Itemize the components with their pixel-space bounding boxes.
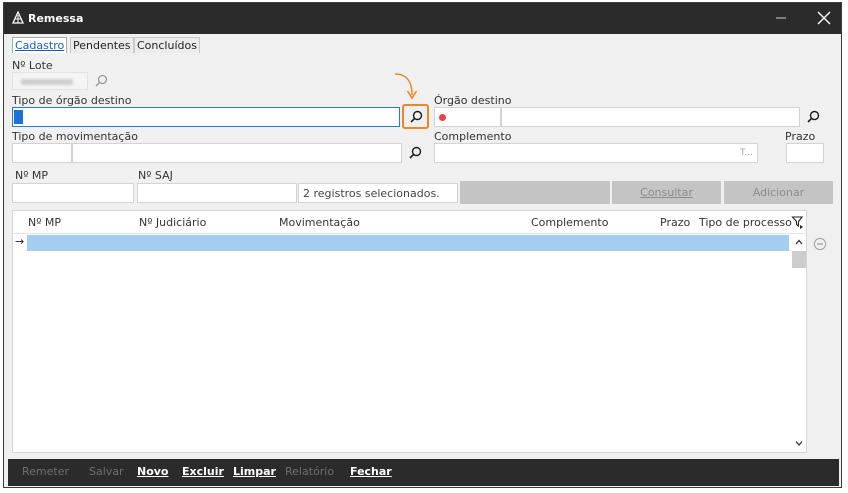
app-logo-icon bbox=[11, 11, 25, 24]
filter-icon[interactable] bbox=[791, 215, 805, 229]
footer-toolbar: Remeter Salvar Novo Excluir Limpar Relat… bbox=[8, 459, 839, 486]
lote-label: Nº Lote bbox=[12, 59, 53, 72]
text-caret bbox=[14, 110, 23, 124]
prazo-label: Prazo bbox=[785, 130, 816, 143]
tab-cadastro[interactable]: Cadastro bbox=[12, 37, 68, 53]
complemento-input[interactable]: T... bbox=[434, 143, 758, 163]
col-movimentacao[interactable]: Movimentação bbox=[279, 216, 360, 229]
complemento-label: Complemento bbox=[434, 130, 512, 143]
lote-value-blurred bbox=[21, 79, 73, 85]
nmp-label: Nº MP bbox=[15, 169, 49, 182]
tipo-mov-search-icon[interactable] bbox=[407, 145, 423, 161]
tipo-mov-name-field[interactable] bbox=[72, 143, 402, 163]
tipo-orgao-search-icon[interactable] bbox=[408, 109, 424, 125]
adicionar-label: Adicionar bbox=[752, 186, 805, 199]
grid-scrollbar[interactable] bbox=[792, 234, 806, 452]
required-dot-icon bbox=[439, 114, 446, 121]
orgao-destino-code-field[interactable] bbox=[434, 107, 501, 127]
adicionar-button[interactable]: Adicionar bbox=[724, 181, 833, 204]
orgao-destino-label: Órgão destino bbox=[434, 94, 512, 107]
consultar-processos-button[interactable]: Consultar Processos bbox=[612, 181, 721, 222]
tipo-mov-label: Tipo de movimentação bbox=[12, 130, 138, 143]
window-title: Remessa bbox=[28, 12, 84, 25]
col-complemento[interactable]: Complemento bbox=[531, 216, 608, 229]
col-prazo[interactable]: Prazo bbox=[660, 216, 690, 229]
orgao-destino-name-field[interactable] bbox=[501, 107, 800, 127]
col-tipo-processo[interactable]: Tipo de processo bbox=[699, 216, 792, 229]
nsaj-input[interactable] bbox=[137, 183, 297, 203]
annotation-arrow-icon bbox=[394, 73, 418, 100]
nmp-input[interactable] bbox=[12, 183, 134, 203]
fechar-button[interactable]: Fechar bbox=[350, 465, 392, 478]
col-nmp[interactable]: Nº MP bbox=[28, 216, 61, 229]
remove-row-icon[interactable] bbox=[813, 237, 827, 251]
title-bar: Remessa bbox=[4, 3, 841, 34]
tipo-orgao-label: Tipo de órgão destino bbox=[12, 94, 132, 107]
row-indicator-icon: → bbox=[15, 235, 25, 248]
tab-concluidos[interactable]: Concluídos bbox=[134, 37, 200, 53]
registros-box: 2 registros selecionados. bbox=[298, 183, 458, 203]
scroll-up-icon[interactable] bbox=[794, 237, 804, 247]
remeter-button[interactable]: Remeter bbox=[22, 465, 69, 478]
tipo-orgao-input[interactable] bbox=[12, 107, 400, 127]
processos-grid: Nº MP Nº Judiciário Movimentação Complem… bbox=[12, 210, 807, 453]
salvar-button[interactable]: Salvar bbox=[89, 465, 124, 478]
blank-disabled-button[interactable] bbox=[460, 181, 610, 204]
complemento-hint: T... bbox=[739, 148, 753, 158]
lote-field[interactable] bbox=[12, 72, 88, 90]
relatorio-button[interactable]: Relatório bbox=[285, 465, 334, 478]
scroll-thumb[interactable] bbox=[792, 251, 806, 268]
limpar-button[interactable]: Limpar bbox=[233, 465, 276, 478]
orgao-destino-search-icon[interactable] bbox=[805, 109, 821, 125]
col-njudiciario[interactable]: Nº Judiciário bbox=[139, 216, 206, 229]
scroll-down-icon[interactable] bbox=[794, 438, 804, 448]
registros-text: 2 registros selecionados. bbox=[303, 187, 440, 200]
table-row[interactable]: → bbox=[13, 235, 791, 251]
remessa-window: Remessa Cadastro Pendentes Concluídos Nº… bbox=[3, 2, 842, 488]
nsaj-label: Nº SAJ bbox=[138, 169, 173, 182]
excluir-button[interactable]: Excluir bbox=[182, 465, 224, 478]
tipo-mov-code-field[interactable] bbox=[12, 143, 72, 163]
close-icon[interactable] bbox=[812, 6, 836, 30]
prazo-input[interactable] bbox=[786, 143, 824, 163]
grid-header: Nº MP Nº Judiciário Movimentação Complem… bbox=[13, 211, 806, 234]
row-selection bbox=[27, 235, 789, 251]
lote-search-icon[interactable] bbox=[93, 73, 109, 89]
novo-button[interactable]: Novo bbox=[137, 465, 169, 478]
tab-pendentes[interactable]: Pendentes bbox=[70, 37, 134, 53]
minimize-icon[interactable] bbox=[769, 6, 793, 30]
